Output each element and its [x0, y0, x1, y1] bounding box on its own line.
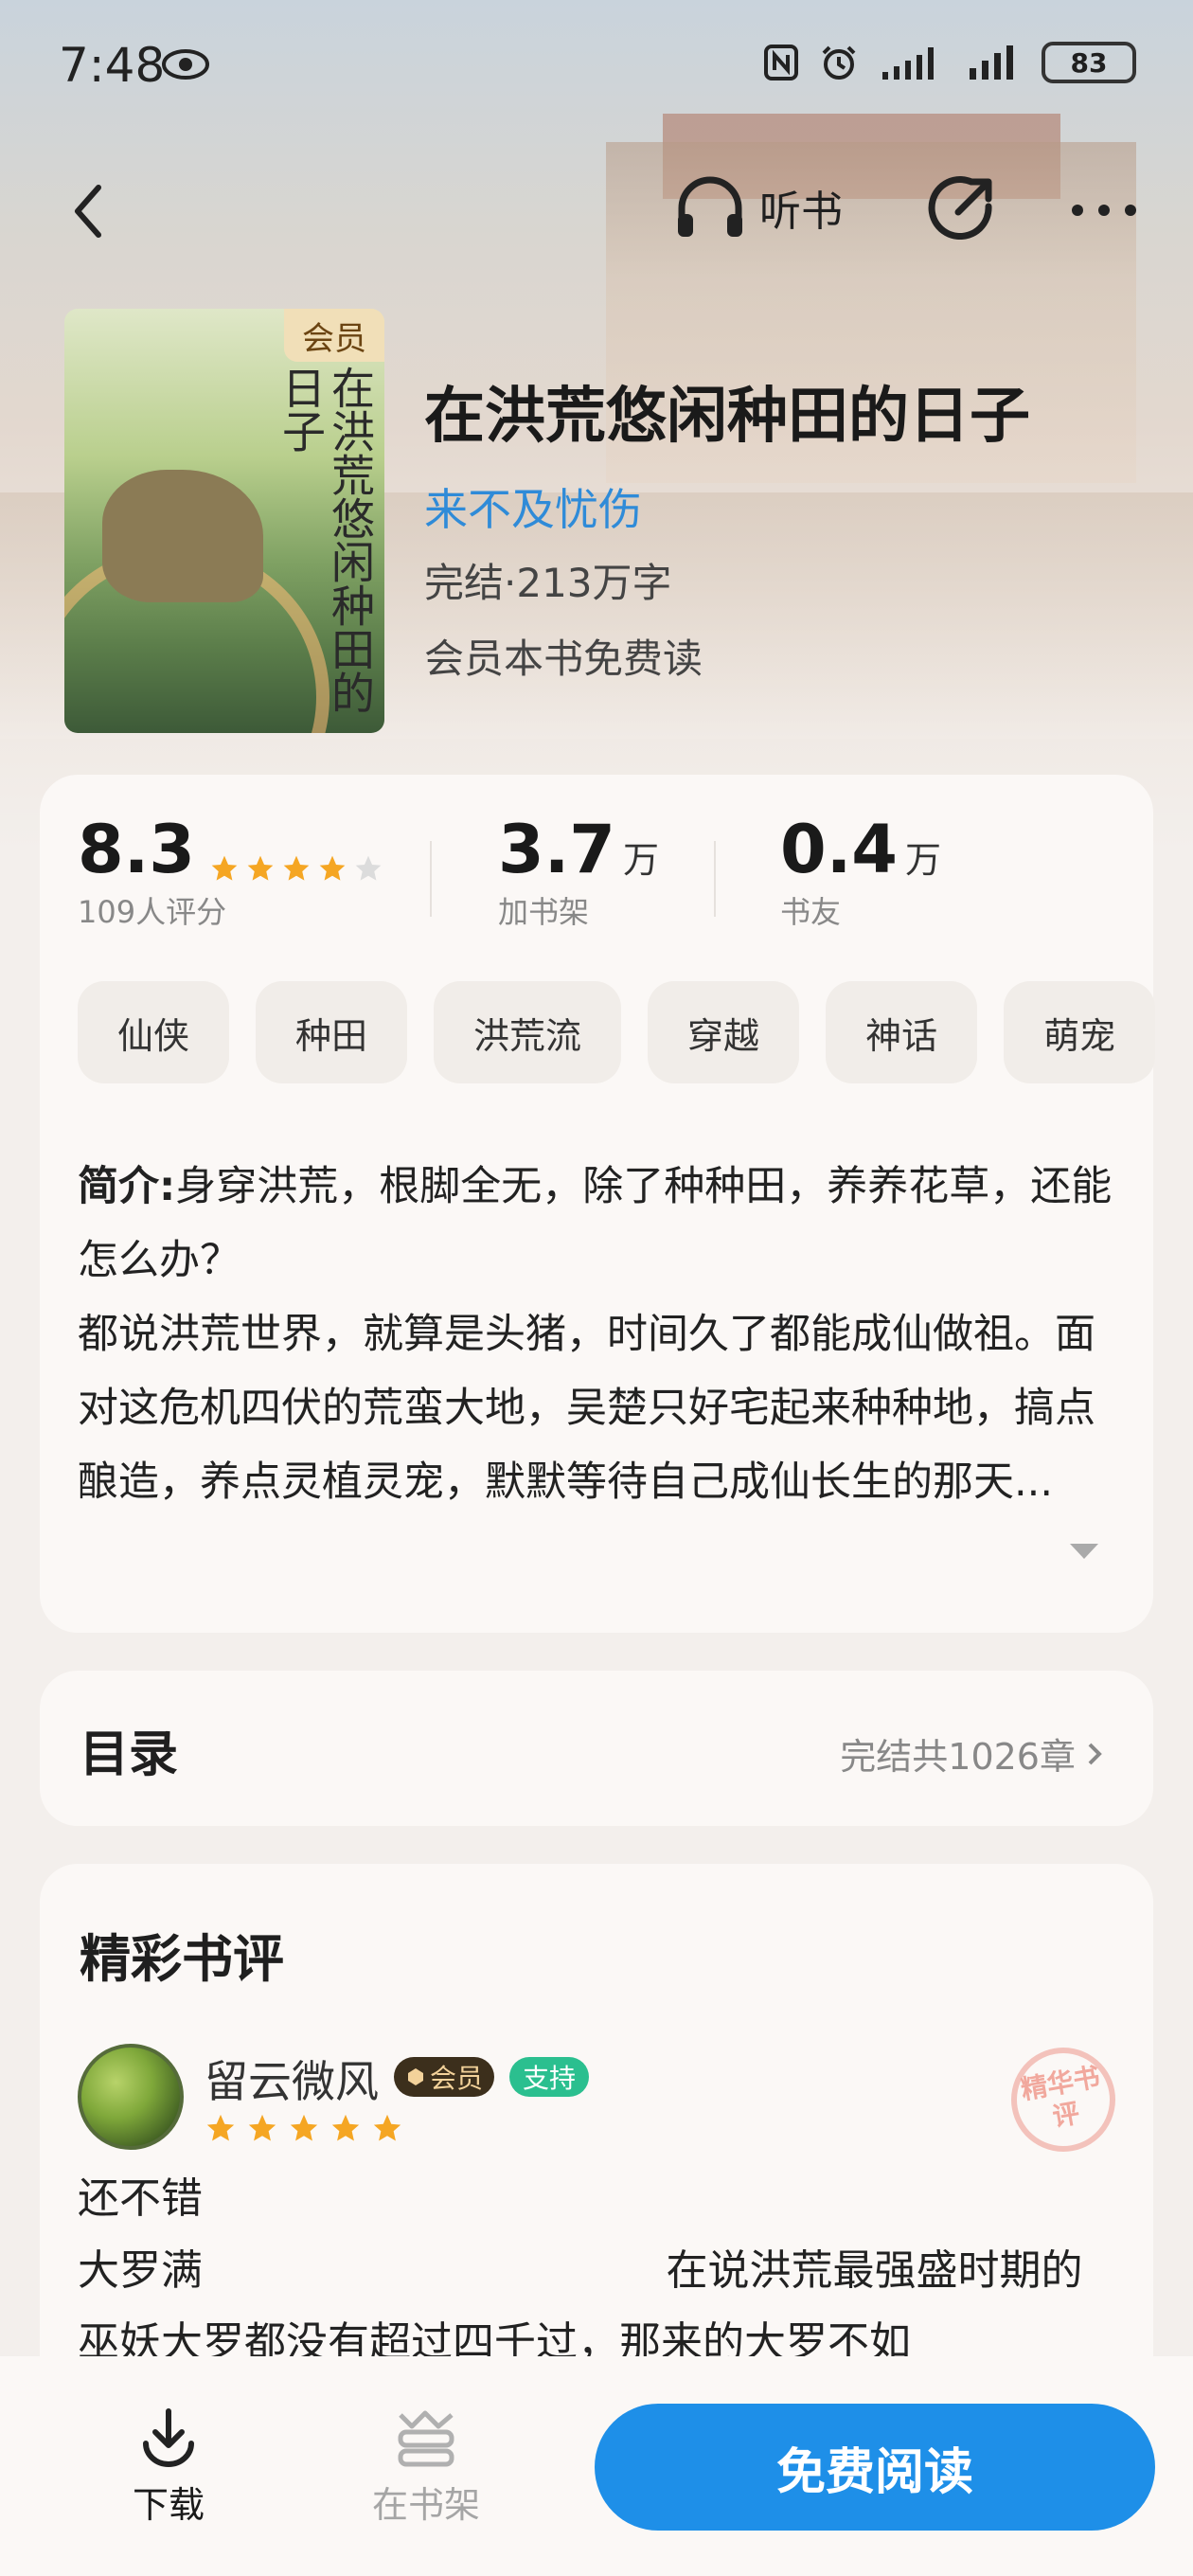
intro-line1: 身穿洪荒，根脚全无，除了种种田，养养花草，还能怎么办？: [78, 1163, 1113, 1284]
tag-list: 仙侠 种田 洪荒流 穿越 神话 萌宠: [78, 981, 1156, 1083]
avatar[interactable]: [78, 2044, 184, 2150]
shelf-count: 3.7: [498, 811, 616, 888]
tag-chip[interactable]: 洪荒流: [434, 981, 622, 1083]
free-read-button[interactable]: 免费阅读: [595, 2404, 1155, 2531]
reviewer-name[interactable]: 留云微风: [205, 2048, 379, 2110]
star-icon: [211, 855, 238, 881]
status-bar: 7:48 83: [0, 0, 1193, 133]
vip-crown-icon: [408, 2068, 423, 2085]
star-icon: [290, 2114, 318, 2141]
more-icon[interactable]: [1068, 176, 1140, 242]
shelf-unit: 万: [623, 839, 660, 881]
star-icon: [331, 2114, 360, 2141]
cover-title: 在洪荒悠闲种田的日子: [276, 366, 376, 714]
alarm-icon: [822, 45, 856, 80]
download-label: 下载: [132, 2484, 205, 2526]
star-icon: [248, 2114, 276, 2141]
reviewer-support-badge: 支持: [509, 2057, 590, 2097]
rating-stat[interactable]: 8.3 109人评分: [78, 811, 383, 932]
book-info-card: 8.3 109人评分 3.7 万 加书架 0.4 万 书友 仙侠 种田 洪荒流 穿越…: [40, 775, 1156, 1633]
book-intro[interactable]: 简介:身穿洪荒，根脚全无，除了种种田，养养花草，还能怎么办？ 都说洪荒世界，就算…: [78, 1150, 1119, 1519]
top-nav: 听书: [0, 161, 1193, 256]
battery-indicator: 83: [1042, 42, 1136, 83]
star-icon: [206, 2114, 235, 2141]
nfc-icon: [764, 45, 798, 80]
chevron-right-icon: [1088, 1743, 1102, 1764]
review-text[interactable]: 还不错 大罗满 在说洪荒最强盛时期的巫妖大罗都没有超过四千过，那来的大罗不如: [78, 2163, 1119, 2379]
rating-count: 109人评分: [78, 894, 227, 930]
friends-count: 0.4: [780, 811, 899, 888]
intro-label: 简介:: [78, 1163, 176, 1210]
tag-chip[interactable]: 仙侠: [78, 981, 230, 1083]
friends-label: 书友: [780, 894, 842, 930]
book-vip-note: 会员本书免费读: [424, 635, 703, 682]
stat-divider: [714, 841, 716, 917]
book-author-link[interactable]: 来不及忧伤: [424, 475, 642, 538]
bookshelf-icon: [398, 2410, 454, 2467]
eye-icon: [162, 49, 209, 80]
review-stars: [205, 2112, 403, 2144]
status-time: 7:48: [59, 38, 166, 93]
tag-chip[interactable]: 萌宠: [1004, 981, 1156, 1083]
star-icon: [247, 855, 274, 881]
download-button[interactable]: 下载: [102, 2406, 235, 2528]
download-icon: [143, 2408, 194, 2467]
review-text-line1: 还不错: [78, 2174, 203, 2223]
book-status: 完结·213万字: [424, 560, 672, 606]
back-arrow-icon[interactable]: [61, 178, 117, 244]
reviewer-vip-label: 会员: [430, 2063, 484, 2094]
toc-title: 目录: [80, 1726, 179, 1783]
rating-stars: [209, 853, 383, 884]
expand-chevron-icon[interactable]: [1068, 1540, 1100, 1563]
review-text-line2: 大罗满 在说洪荒最强盛时期的巫妖大罗都没有超过四千过，那来的大罗不如: [78, 2246, 1083, 2367]
intro-line2: 都说洪荒世界，就算是头猪，时间久了都能成仙做祖。面对这危机四伏的荒蛮大地，吴楚只…: [78, 1311, 1095, 1506]
listen-button[interactable]: 听书: [674, 174, 843, 241]
featured-review-stamp: 精华书评: [1003, 2039, 1124, 2160]
toc-summary: 完结共1026章: [840, 1727, 1104, 1780]
reviewer-vip-badge: 会员: [394, 2057, 495, 2097]
friends-stat[interactable]: 0.4 万 书友: [780, 811, 941, 932]
book-cover[interactable]: 在洪荒悠闲种田的日子: [64, 309, 384, 733]
vip-badge: 会员: [284, 309, 384, 362]
in-shelf-label: 在书架: [371, 2484, 480, 2526]
bottom-action-bar: 下载 在书架 免费阅读: [0, 2356, 1193, 2576]
tag-chip[interactable]: 神话: [826, 981, 978, 1083]
star-icon: [283, 855, 310, 881]
share-icon[interactable]: [926, 174, 996, 244]
headphones-icon: [678, 176, 742, 237]
star-icon: [319, 855, 346, 881]
shelf-stat: 3.7 万 加书架: [498, 811, 659, 932]
signal-icon-2: [970, 45, 1013, 80]
review-section-title: 精彩书评: [80, 1929, 284, 1989]
tag-chip[interactable]: 种田: [256, 981, 408, 1083]
in-shelf-button[interactable]: 在书架: [360, 2406, 492, 2528]
book-title: 在洪荒悠闲种田的日子: [424, 382, 1030, 452]
stat-divider: [430, 841, 432, 917]
shelf-label: 加书架: [498, 894, 590, 930]
star-icon: [373, 2114, 401, 2141]
toc-summary-text: 完结共1026章: [840, 1736, 1076, 1778]
friends-unit: 万: [905, 839, 942, 881]
signal-icon-1: [882, 47, 934, 80]
rating-value: 8.3: [78, 811, 196, 888]
toc-card[interactable]: 目录 完结共1026章: [40, 1671, 1153, 1826]
star-empty-icon: [355, 855, 382, 881]
cover-rock: [102, 470, 263, 602]
status-icons: 83: [763, 42, 1136, 83]
listen-label: 听书: [759, 188, 843, 236]
tag-chip[interactable]: 穿越: [648, 981, 800, 1083]
